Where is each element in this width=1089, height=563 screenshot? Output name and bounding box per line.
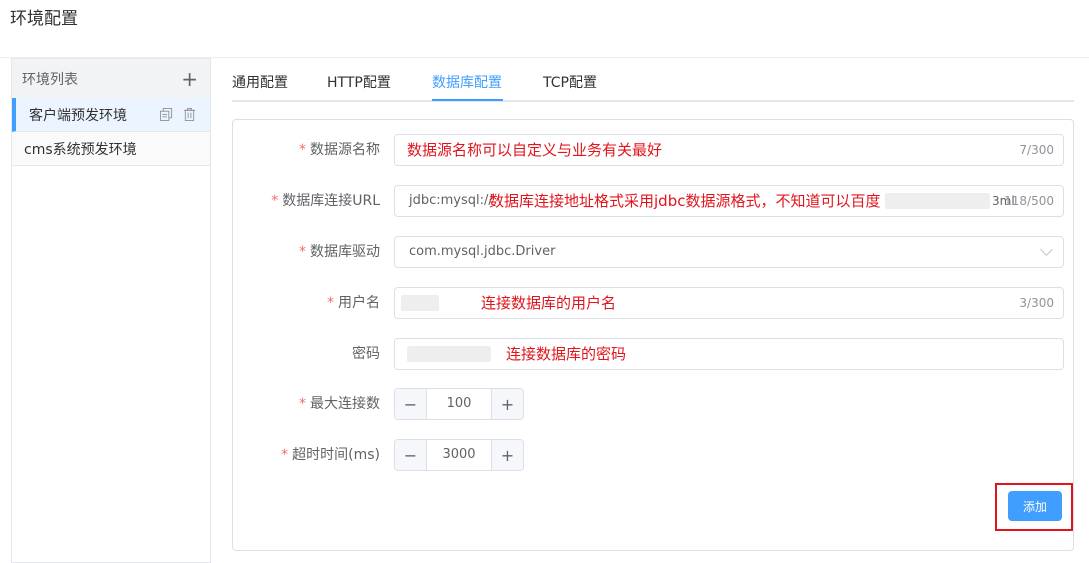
url-input[interactable]: jdbc:mysql:// 数据库连接地址格式采用jdbc数据源格式，不知道可以… — [394, 185, 1064, 217]
annotation-username: 连接数据库的用户名 — [481, 294, 617, 312]
sidebar-item-cms-preprod[interactable]: cms系统预发环境 — [12, 132, 210, 166]
datasource-name-row: * 数据源名称 数据源名称可以自定义与业务有关最好 7/300 — [233, 134, 1073, 166]
max-connections-value[interactable]: 100 — [427, 389, 491, 419]
decrement-button[interactable]: − — [395, 389, 427, 419]
annotation-datasource-name: 数据源名称可以自定义与业务有关最好 — [407, 141, 663, 159]
timeout-row: * 超时时间(ms) − 3000 + — [233, 439, 1073, 471]
tab-database[interactable]: 数据库配置 — [432, 72, 502, 100]
timeout-label: * 超时时间(ms) — [281, 447, 380, 463]
tab-general[interactable]: 通用配置 — [232, 72, 288, 100]
annotation-password: 连接数据库的密码 — [506, 345, 627, 363]
database-config-form: * 数据源名称 数据源名称可以自定义与业务有关最好 7/300 * 数据库连接URL… — [232, 119, 1074, 551]
username-label: * 用户名 — [327, 295, 380, 311]
increment-button[interactable]: + — [491, 440, 523, 470]
config-tabs: 通用配置 HTTP配置 数据库配置 TCP配置 — [232, 58, 1074, 102]
annotation-url: 数据库连接地址格式采用jdbc数据源格式，不知道可以百度 — [489, 192, 881, 210]
page-title: 环境配置 — [10, 9, 78, 29]
sidebar-item-label: cms系统预发环境 — [24, 141, 137, 158]
driver-select[interactable]: com.mysql.jdbc.Driver — [394, 236, 1064, 268]
timeout-value[interactable]: 3000 — [427, 440, 491, 470]
password-label: 密码 — [352, 346, 380, 362]
password-row: 密码 连接数据库的密码 — [233, 338, 1073, 370]
char-count: 118/500 — [1004, 194, 1054, 208]
password-input[interactable]: 连接数据库的密码 — [394, 338, 1064, 370]
username-row: * 用户名 连接数据库的用户名 3/300 — [233, 287, 1073, 319]
sidebar-item-label: 客户端预发环境 — [29, 107, 127, 124]
active-tab-indicator — [432, 99, 503, 101]
char-count: 7/300 — [1019, 143, 1054, 157]
url-row: * 数据库连接URL jdbc:mysql:// 数据库连接地址格式采用jdbc数… — [233, 185, 1073, 217]
tab-http[interactable]: HTTP配置 — [327, 72, 391, 100]
char-count: 3/300 — [1019, 296, 1054, 310]
username-input[interactable]: 连接数据库的用户名 3/300 — [394, 287, 1064, 319]
copy-icon[interactable] — [160, 108, 173, 121]
sidebar-header: 环境列表 + — [12, 58, 210, 98]
timeout-stepper: − 3000 + — [394, 439, 524, 471]
decrement-button[interactable]: − — [395, 440, 427, 470]
tab-tcp[interactable]: TCP配置 — [543, 72, 597, 100]
redacted-text — [401, 295, 439, 311]
delete-icon[interactable] — [183, 108, 196, 121]
max-connections-stepper: − 100 + — [394, 388, 524, 420]
driver-value: com.mysql.jdbc.Driver — [409, 244, 556, 259]
sidebar-title: 环境列表 — [22, 71, 78, 88]
datasource-name-label: * 数据源名称 — [299, 142, 380, 158]
driver-label: * 数据库驱动 — [299, 244, 380, 260]
sidebar-item-client-preprod[interactable]: 客户端预发环境 — [12, 98, 210, 132]
url-label: * 数据库连接URL — [271, 193, 380, 209]
max-connections-label: * 最大连接数 — [299, 396, 380, 412]
max-connections-row: * 最大连接数 − 100 + — [233, 388, 1073, 420]
increment-button[interactable]: + — [491, 389, 523, 419]
add-environment-icon[interactable]: + — [181, 69, 198, 89]
chevron-down-icon — [1040, 243, 1053, 256]
redacted-text — [885, 193, 990, 209]
environment-sidebar: 环境列表 + 客户端预发环境 cms系统预发环境 — [11, 58, 211, 563]
driver-row: * 数据库驱动 com.mysql.jdbc.Driver — [233, 236, 1073, 268]
url-value: jdbc:mysql:// — [409, 193, 493, 208]
add-button[interactable]: 添加 — [1008, 491, 1062, 521]
datasource-name-input[interactable]: 数据源名称可以自定义与业务有关最好 7/300 — [394, 134, 1064, 166]
redacted-text — [407, 346, 491, 362]
item-actions — [160, 108, 196, 121]
